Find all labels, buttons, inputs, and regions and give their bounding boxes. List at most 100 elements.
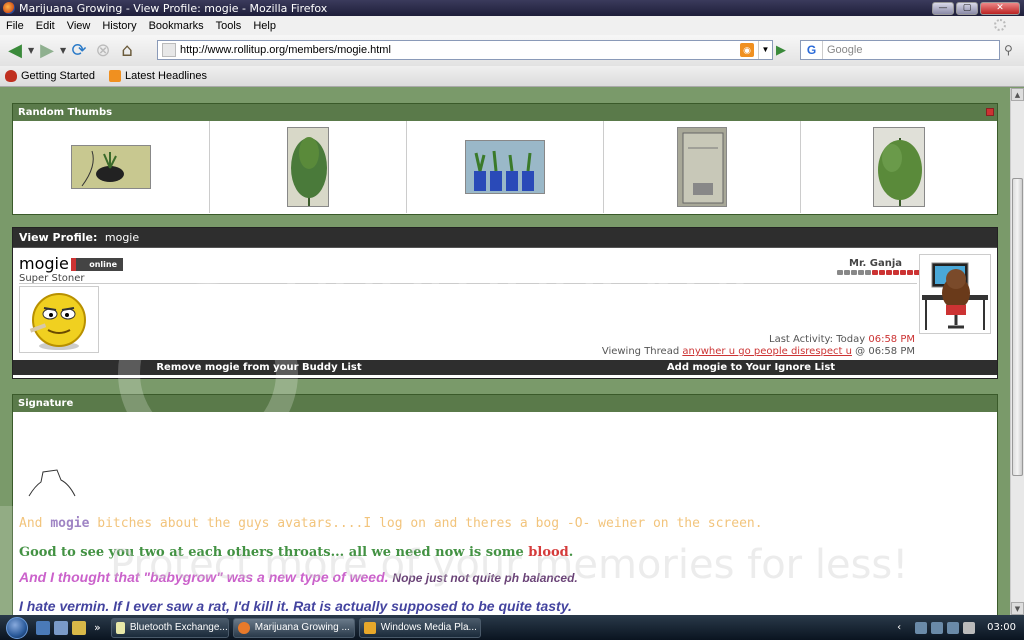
thumb-cell[interactable] [210,121,407,213]
menu-help[interactable]: Help [253,20,276,32]
thumb-cell[interactable] [801,121,997,213]
go-button-icon[interactable]: ▶ [776,43,786,58]
sketch-image [28,469,76,497]
panel-title: Signature [18,398,74,409]
thumbs-row [13,121,997,213]
media-player-icon [363,621,376,634]
profile-username: mogie [19,254,69,273]
remove-buddy-link[interactable]: Remove mogie from your Buddy List [13,360,505,375]
thumbnail-plant-photo[interactable] [287,127,329,207]
task-label: Windows Media Pla... [380,622,477,633]
taskbar-item-firefox[interactable]: Marijuana Growing ... [232,617,355,638]
activity-info: Last Activity: Today 06:58 PM Viewing Th… [602,334,915,358]
rank-title: Mr. Ganja [849,258,902,269]
firefox-icon [3,2,15,14]
back-arrow-icon[interactable]: ◀ [4,40,26,62]
volume-icon[interactable] [963,621,976,634]
scroll-down-icon[interactable]: ▼ [1011,602,1024,615]
thumb-cell[interactable] [13,121,210,213]
url-history-dropdown-icon[interactable]: ▼ [758,41,772,59]
add-ignore-link[interactable]: Add mogie to Your Ignore List [505,360,997,375]
window-titlebar: Marijuana Growing - View Profile: mogie … [0,0,1024,16]
taskbar-item-media-player[interactable]: Windows Media Pla... [358,617,481,638]
minimize-button[interactable]: — [932,1,954,15]
thumbnail-seedlings-photo[interactable] [465,140,545,194]
signature-text: And I thought that "babygrow" was a new … [19,569,389,585]
thumbnail-growbox-photo[interactable] [677,127,727,207]
reputation-dot [837,270,843,275]
site-favicon-icon [162,43,176,57]
scrollbar-thumb[interactable] [1012,178,1023,476]
thumb-cell[interactable] [604,121,801,213]
task-label: Bluetooth Exchange... [129,622,228,633]
tray-expand-icon[interactable]: ‹ [897,622,901,633]
show-desktop-icon[interactable] [36,620,50,635]
rss-feed-icon[interactable]: ◉ [740,43,754,57]
network-icon[interactable] [915,621,928,634]
maximize-button[interactable]: ▢ [956,1,978,15]
menu-file[interactable]: File [6,20,24,32]
menu-edit[interactable]: Edit [36,20,55,32]
bookmarks-toolbar: Getting Started Latest Headlines [0,66,1024,87]
bookmark-getting-started[interactable]: Getting Started [5,70,95,82]
menu-history[interactable]: History [102,20,136,32]
thumb-cell[interactable] [407,121,604,213]
search-input[interactable]: Google [827,44,862,56]
vertical-scrollbar[interactable]: ▲ ▼ [1010,88,1024,615]
reputation-dot [858,270,864,275]
reputation-meter [837,270,920,275]
search-box[interactable]: G Google [800,40,1000,60]
home-icon[interactable]: ⌂ [116,40,138,62]
viewing-time: @ 06:58 PM [855,346,915,357]
smiley-avatar-icon [29,292,86,350]
profile-actions-bar: Remove mogie from your Buddy List Add mo… [13,360,997,375]
signature-line: And I thought that "babygrow" was a new … [19,569,578,585]
signature-line: And mogie bitches about the guys avatars… [19,516,763,531]
page-content: Random Thumbs View Profile: mogie mogie … [0,88,1010,615]
collapse-icon[interactable] [986,108,994,116]
signature-text: Good to see you two at each others throa… [19,545,529,560]
quicklaunch-overflow[interactable]: » [94,621,101,634]
forward-history-dropdown-icon[interactable]: ▼ [60,46,68,55]
clock[interactable]: 03:00 [987,622,1016,633]
close-button[interactable]: ✕ [980,1,1020,15]
divider [19,283,917,284]
security-icon[interactable] [931,621,944,634]
windows-taskbar: » Bluetooth Exchange... Marijuana Growin… [0,615,1024,640]
stop-icon[interactable]: ⊗ [92,40,114,62]
view-profile-header: View Profile: mogie [13,228,997,248]
back-history-dropdown-icon[interactable]: ▼ [28,46,36,55]
viewing-label: Viewing Thread [601,346,680,357]
thumbnail-pot-photo[interactable] [71,145,151,189]
last-activity-time: 06:58 PM [868,334,915,345]
url-text[interactable]: http://www.rollitup.org/members/mogie.ht… [180,44,740,56]
window-controls: — ▢ ✕ [932,1,1020,15]
navigation-toolbar: ◀ ▼ ▶ ▼ ⟳ ⊗ ⌂ http://www.rollitup.org/me… [0,35,1024,66]
forward-arrow-icon[interactable]: ▶ [36,40,58,62]
folder-icon[interactable] [72,620,86,635]
menu-view[interactable]: View [67,20,91,32]
reputation-dot [893,270,899,275]
throbber-icon [994,19,1006,31]
reload-icon[interactable]: ⟳ [68,40,90,62]
signature-text: Nope just not quite ph balanced. [392,571,578,585]
thumbnail-plant-photo[interactable] [873,127,925,207]
search-magnifier-icon[interactable]: ⚲ [1004,43,1013,57]
search-engine-icon[interactable]: G [801,41,823,59]
bookmark-latest-headlines[interactable]: Latest Headlines [109,70,207,82]
reputation-dot [886,270,892,275]
view-profile-panel: View Profile: mogie mogie online Super S… [12,227,998,379]
menu-tools[interactable]: Tools [216,20,242,32]
switch-windows-icon[interactable] [54,620,68,635]
signature-text: bitches about the guys avatars....I log … [89,516,763,531]
display-icon[interactable] [947,621,960,634]
menu-bookmarks[interactable]: Bookmarks [149,20,204,32]
scroll-up-icon[interactable]: ▲ [1011,88,1024,101]
reputation-dot [900,270,906,275]
start-button[interactable] [0,615,34,640]
address-bar[interactable]: http://www.rollitup.org/members/mogie.ht… [157,40,773,60]
taskbar-item-bluetooth[interactable]: Bluetooth Exchange... [110,617,229,638]
rss-feed-icon [109,70,121,82]
signature-header: Signature [13,395,997,412]
viewing-thread-link[interactable]: anywher u go people disrespect u [682,346,852,357]
